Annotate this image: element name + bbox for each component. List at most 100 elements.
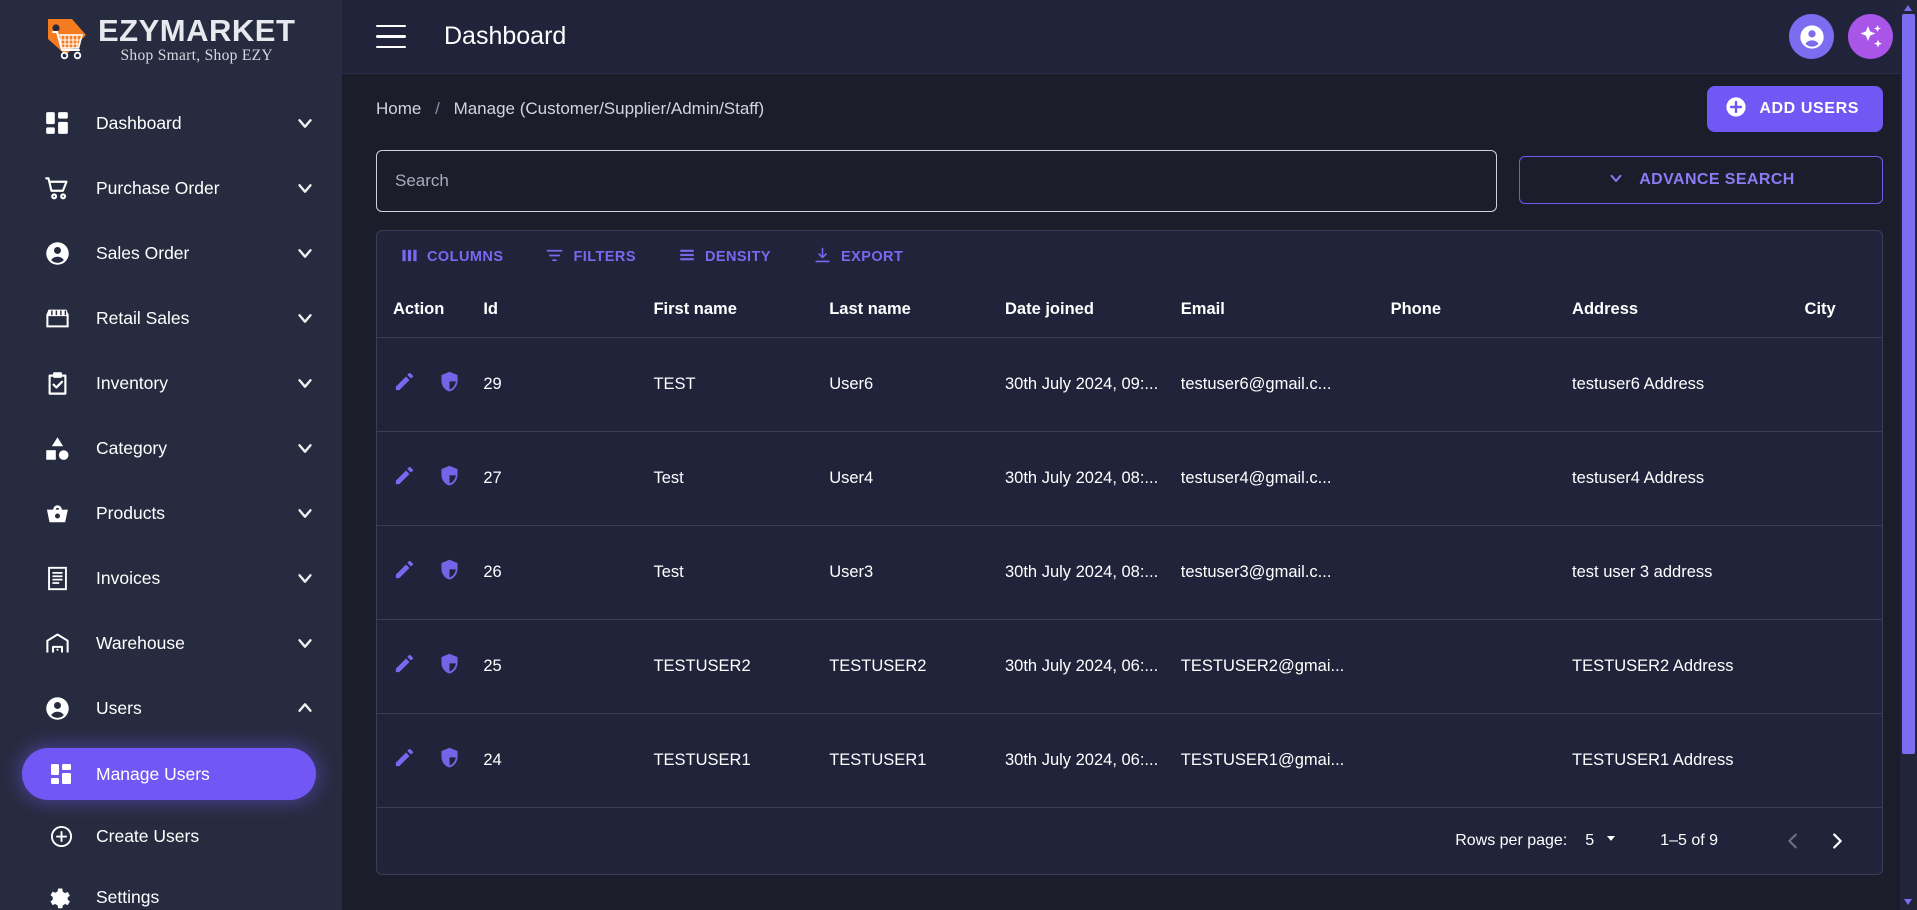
pencil-icon[interactable] xyxy=(393,558,416,586)
column-header-id[interactable]: Id xyxy=(481,283,652,338)
pencil-icon[interactable] xyxy=(393,370,416,398)
add-users-label: ADD USERS xyxy=(1759,100,1859,117)
table-cell-address: testuser4 Address xyxy=(1570,431,1803,526)
scroll-down-arrow-icon[interactable] xyxy=(1904,899,1912,905)
density-button[interactable]: DENSITY xyxy=(670,240,779,274)
hamburger-icon[interactable] xyxy=(376,24,406,49)
sidebar-item-sales-order[interactable]: Sales Order xyxy=(0,228,342,278)
sidebar-item-create-users[interactable]: Create Users xyxy=(22,810,316,862)
column-header-address[interactable]: Address xyxy=(1570,283,1803,338)
brand-logo[interactable]: EZYMARKET Shop Smart, Shop EZY xyxy=(0,0,342,72)
ai-assistant-button[interactable] xyxy=(1848,14,1893,59)
sidebar-item-purchase-order[interactable]: Purchase Order xyxy=(0,163,342,213)
topbar: Dashboard xyxy=(342,0,1917,74)
sidebar-item-manage-users[interactable]: Manage Users xyxy=(22,748,316,800)
shield-icon[interactable] xyxy=(438,746,461,774)
chevron-down-icon[interactable] xyxy=(294,242,316,264)
main-area: Dashboard Home / Manage (Customer/Suppli… xyxy=(342,0,1917,910)
sidebar-item-label: Create Users xyxy=(96,825,200,846)
table-cell-email: TESTUSER2@gmai... xyxy=(1178,619,1389,714)
table-cell-action xyxy=(377,525,482,620)
table-row[interactable]: 25 TESTUSER2 TESTUSER2 30th July 2024, 06:.… xyxy=(377,619,1882,714)
table-row[interactable]: 26 Test User3 30th July 2024, 08:... testuse… xyxy=(377,525,1882,620)
shield-icon[interactable] xyxy=(438,652,461,680)
table-cell-city xyxy=(1802,525,1882,620)
sidebar-nav: Dashboard Purchase Order Sales Order Ret… xyxy=(0,98,342,910)
chevron-down-icon[interactable] xyxy=(294,112,316,134)
sidebar-item-users[interactable]: Users xyxy=(0,683,342,733)
rows-per-page-label: Rows per page: xyxy=(1455,831,1568,849)
column-header-city[interactable]: City xyxy=(1802,283,1882,338)
export-button[interactable]: EXPORT xyxy=(805,240,911,275)
add-users-button[interactable]: ADD USERS xyxy=(1707,86,1883,132)
table-cell-date-joined: 30th July 2024, 08:... xyxy=(1003,525,1179,620)
chevron-right-icon xyxy=(1833,832,1842,849)
pencil-icon[interactable] xyxy=(393,746,416,774)
table-cell-first-name: TESTUSER2 xyxy=(651,619,828,714)
pencil-icon[interactable] xyxy=(393,464,416,492)
sidebar-item-settings[interactable]: Settings xyxy=(0,872,342,910)
table-cell-phone xyxy=(1388,525,1571,620)
advance-search-label: ADVANCE SEARCH xyxy=(1639,171,1795,188)
scroll-up-arrow-icon[interactable] xyxy=(1904,5,1912,11)
previous-page-button[interactable] xyxy=(1776,824,1810,858)
table-cell-last-name: User6 xyxy=(827,337,1003,432)
column-header-last-name[interactable]: Last name xyxy=(827,283,1003,338)
scrollbar-thumb[interactable] xyxy=(1902,14,1915,754)
sparkle-icon xyxy=(1860,24,1882,47)
chevron-down-icon[interactable] xyxy=(294,632,316,654)
table-cell-last-name: User3 xyxy=(827,525,1003,620)
next-page-button[interactable] xyxy=(1820,824,1854,858)
rows-per-page-select[interactable]: 5 xyxy=(1585,831,1618,850)
table-row[interactable]: 27 Test User4 30th July 2024, 08:... testuse… xyxy=(377,431,1882,526)
table-row[interactable]: 29 TEST User6 30th July 2024, 09:... testuse… xyxy=(377,337,1882,432)
table-cell-first-name: Test xyxy=(651,525,828,620)
breadcrumb-home[interactable]: Home xyxy=(376,99,421,118)
table-row[interactable]: 24 TESTUSER1 TESTUSER1 30th July 2024, 06:.… xyxy=(377,713,1882,808)
receipt-icon xyxy=(42,563,72,593)
chevron-up-icon[interactable] xyxy=(294,697,316,719)
sidebar-item-dashboard[interactable]: Dashboard xyxy=(0,98,342,148)
sidebar-item-category[interactable]: Category xyxy=(0,423,342,473)
shield-icon[interactable] xyxy=(438,558,461,586)
advance-search-button[interactable]: ADVANCE SEARCH xyxy=(1519,156,1883,204)
dashboard-icon xyxy=(46,759,76,789)
sidebar-item-invoices[interactable]: Invoices xyxy=(0,553,342,603)
sidebar-item-inventory[interactable]: Inventory xyxy=(0,358,342,408)
chevron-down-icon[interactable] xyxy=(294,307,316,329)
table-cell-id: 25 xyxy=(481,619,652,714)
chevron-down-icon[interactable] xyxy=(294,567,316,589)
table-cell-first-name: TESTUSER1 xyxy=(651,713,828,808)
filters-button[interactable]: FILTERS xyxy=(537,240,644,275)
breadcrumb-separator: / xyxy=(435,99,440,118)
sidebar: EZYMARKET Shop Smart, Shop EZY Dashboard xyxy=(0,0,342,910)
breadcrumb: Home / Manage (Customer/Supplier/Admin/S… xyxy=(376,99,764,119)
shapes-icon xyxy=(42,433,72,463)
chevron-down-icon[interactable] xyxy=(294,437,316,459)
pencil-icon[interactable] xyxy=(393,652,416,680)
chevron-down-icon[interactable] xyxy=(294,177,316,199)
vertical-scrollbar[interactable] xyxy=(1900,0,1917,910)
search-input[interactable] xyxy=(376,150,1497,212)
table-cell-date-joined: 30th July 2024, 08:... xyxy=(1003,431,1179,526)
brand-tagline: Shop Smart, Shop EZY xyxy=(120,47,273,64)
sidebar-item-label: Retail Sales xyxy=(96,307,190,328)
chevron-down-icon[interactable] xyxy=(294,502,316,524)
download-icon xyxy=(813,246,832,269)
shield-icon[interactable] xyxy=(438,370,461,398)
shield-icon[interactable] xyxy=(438,464,461,492)
sidebar-item-label: Warehouse xyxy=(96,632,185,653)
columns-button[interactable]: COLUMNS xyxy=(393,241,511,274)
column-header-date-joined[interactable]: Date joined xyxy=(1003,283,1179,338)
sidebar-item-retail-sales[interactable]: Retail Sales xyxy=(0,293,342,343)
column-header-email[interactable]: Email xyxy=(1178,283,1389,338)
chevron-down-icon[interactable] xyxy=(294,372,316,394)
avatar[interactable] xyxy=(1789,14,1834,59)
table-cell-city xyxy=(1802,431,1882,526)
sidebar-item-products[interactable]: Products xyxy=(0,488,342,538)
table-head: Action Id First name Last name Date join… xyxy=(377,283,1882,338)
column-header-first-name[interactable]: First name xyxy=(651,283,828,338)
column-header-phone[interactable]: Phone xyxy=(1388,283,1571,338)
column-header-action[interactable]: Action xyxy=(377,283,482,338)
sidebar-item-warehouse[interactable]: Warehouse xyxy=(0,618,342,668)
